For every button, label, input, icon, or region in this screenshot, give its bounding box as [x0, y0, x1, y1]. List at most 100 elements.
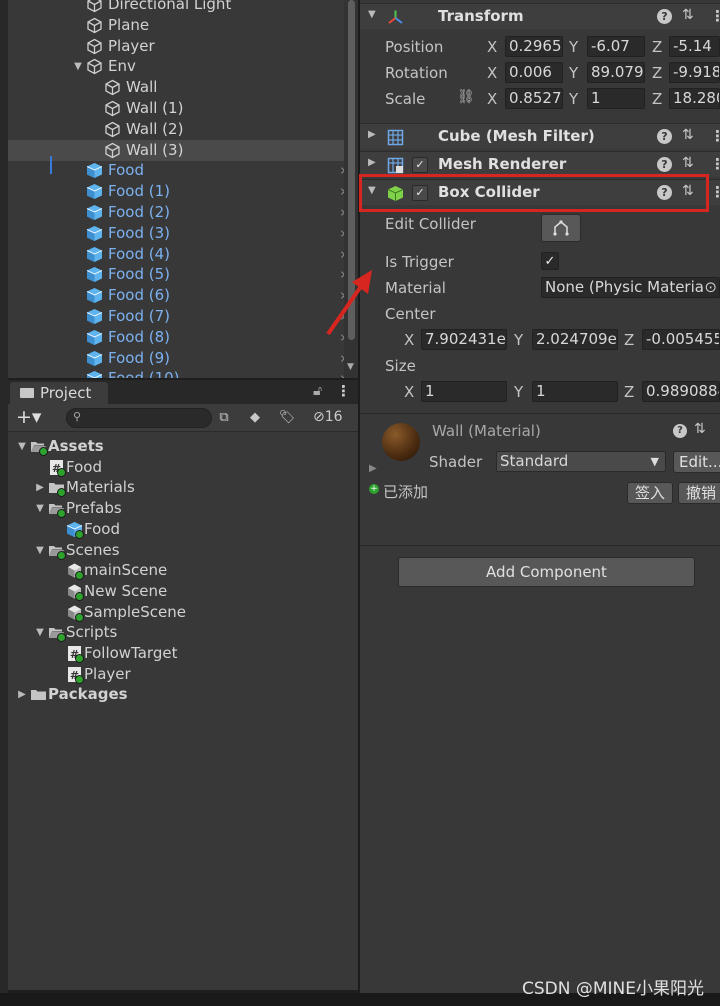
- axis-y-label: Y: [569, 64, 579, 82]
- more-options-icon[interactable]: ⋮: [336, 382, 351, 400]
- hierarchy-item[interactable]: Food ›: [8, 160, 348, 181]
- hierarchy-item[interactable]: Food (8) ›: [8, 327, 348, 348]
- hierarchy-item[interactable]: Food (7) ›: [8, 306, 348, 327]
- component-menu-icon[interactable]: ⋮: [710, 7, 720, 25]
- mesh-filter-header[interactable]: ▶ Cube (Mesh Filter) ? ⇅ ⋮: [360, 123, 720, 149]
- expand-arrow-icon[interactable]: ▼: [16, 436, 28, 457]
- lock-icon[interactable]: 🔓︎: [313, 383, 322, 399]
- expand-arrow-icon[interactable]: ▼: [34, 540, 46, 561]
- object-picker-icon[interactable]: ⊙: [704, 278, 717, 297]
- expand-arrow-icon[interactable]: ▶: [368, 157, 376, 168]
- size-z-field[interactable]: 0.9890884: [642, 381, 720, 402]
- preset-icon[interactable]: ⇅: [682, 155, 694, 171]
- expand-arrow-icon[interactable]: ▶: [34, 477, 46, 498]
- project-tree-item[interactable]: SampleScene: [8, 602, 348, 623]
- hierarchy-item[interactable]: Wall (3): [8, 139, 348, 161]
- project-tree-item[interactable]: Food: [8, 519, 348, 540]
- search-by-type-icon[interactable]: ⧉: [214, 408, 234, 428]
- is-trigger-checkbox[interactable]: ✓: [541, 252, 559, 270]
- expand-arrow-icon[interactable]: ▶: [369, 463, 377, 474]
- shader-dropdown[interactable]: Standard ▼: [496, 451, 666, 472]
- enabled-checkbox[interactable]: ✓: [412, 157, 428, 173]
- expand-arrow-icon[interactable]: ▼: [72, 56, 84, 77]
- material-object-field[interactable]: None (Physic Materia ⊙: [541, 277, 720, 298]
- project-tree-item[interactable]: # FollowTarget: [8, 643, 348, 664]
- center-x-field[interactable]: 7.902431e: [421, 329, 507, 350]
- expand-arrow-icon[interactable]: ▶: [368, 129, 376, 140]
- constrain-proportions-icon[interactable]: ⛓︎: [457, 89, 475, 105]
- scale-y-field[interactable]: 1: [587, 88, 645, 109]
- position-z-field[interactable]: -5.14: [669, 36, 720, 57]
- size-y-field[interactable]: 1: [532, 381, 618, 402]
- hierarchy-item[interactable]: Wall: [8, 77, 348, 98]
- rotation-y-field[interactable]: 89.079: [587, 62, 645, 83]
- component-menu-icon[interactable]: ⋮: [710, 127, 720, 145]
- hierarchy-item[interactable]: Food (9) ›: [8, 348, 348, 369]
- position-x-field[interactable]: 0.2965: [505, 36, 563, 57]
- scale-z-field[interactable]: 18.280: [669, 88, 720, 109]
- project-tree-item[interactable]: New Scene: [8, 581, 348, 602]
- preset-icon[interactable]: ⇅: [694, 421, 706, 437]
- create-dropdown-button[interactable]: +▾: [16, 406, 41, 428]
- rotation-z-field[interactable]: -9.918: [669, 62, 720, 83]
- search-input[interactable]: ⚲: [66, 408, 212, 428]
- preset-icon[interactable]: ⇅: [682, 7, 694, 23]
- hierarchy-item[interactable]: Food (6) ›: [8, 285, 348, 306]
- hidden-packages-toggle[interactable]: ⊘16: [313, 409, 343, 425]
- project-tree-item[interactable]: ▶ Packages: [8, 684, 348, 705]
- expand-arrow-icon[interactable]: ▼: [34, 622, 46, 643]
- component-menu-icon[interactable]: ⋮: [710, 183, 720, 201]
- edit-shader-button[interactable]: Edit...: [673, 451, 720, 473]
- scale-x-field[interactable]: 0.8527: [505, 88, 563, 109]
- position-y-field[interactable]: -6.07: [587, 36, 645, 57]
- tab-project-label: Project: [40, 384, 92, 402]
- edit-collider-button[interactable]: [541, 214, 581, 242]
- component-menu-icon[interactable]: ⋮: [710, 155, 720, 173]
- hierarchy-item[interactable]: Directional Light: [8, 0, 348, 15]
- center-y-field[interactable]: 2.024709e: [532, 329, 618, 350]
- hierarchy-item[interactable]: Food (3) ›: [8, 223, 348, 244]
- tab-project[interactable]: Project: [10, 382, 108, 404]
- add-component-button[interactable]: Add Component: [398, 557, 695, 587]
- project-tree-item[interactable]: mainScene: [8, 560, 348, 581]
- project-tree-item[interactable]: ▼ Scripts: [8, 622, 348, 643]
- size-x-field[interactable]: 1: [421, 381, 507, 402]
- rotation-x-field[interactable]: 0.006: [505, 62, 563, 83]
- project-tree-item[interactable]: # Player: [8, 664, 348, 685]
- hierarchy-item-label: Food (2): [108, 203, 170, 221]
- preset-icon[interactable]: ⇅: [682, 127, 694, 143]
- hierarchy-item[interactable]: Food (4) ›: [8, 244, 348, 265]
- transform-header[interactable]: ▼ Transform ? ⇅ ⋮: [360, 3, 720, 29]
- help-icon[interactable]: ?: [673, 424, 687, 438]
- hierarchy-item[interactable]: Food (2) ›: [8, 202, 348, 223]
- hierarchy-item[interactable]: Food (10)›: [8, 368, 348, 378]
- help-icon[interactable]: ?: [657, 129, 672, 144]
- prefab-icon: [86, 204, 103, 221]
- hierarchy-item[interactable]: Food (5) ›: [8, 264, 348, 285]
- project-tree-item[interactable]: # Food: [8, 457, 348, 478]
- project-tree-item[interactable]: ▶ Materials: [8, 477, 348, 498]
- revert-button[interactable]: 撤销: [678, 482, 720, 504]
- hierarchy-item[interactable]: Wall (1): [8, 98, 348, 119]
- axis-x-label: X: [487, 90, 498, 108]
- hierarchy-item[interactable]: Plane: [8, 15, 348, 36]
- project-tree-item[interactable]: ▼ Prefabs: [8, 498, 348, 519]
- help-icon[interactable]: ?: [657, 157, 672, 172]
- expand-arrow-icon[interactable]: ▶: [16, 684, 28, 705]
- center-z-field[interactable]: -0.005455: [642, 329, 720, 350]
- hierarchy-item[interactable]: Wall (2): [8, 119, 348, 140]
- gameobject-icon: [104, 121, 121, 138]
- hierarchy-item[interactable]: Food (1) ›: [8, 181, 348, 202]
- collapse-arrow-icon[interactable]: ▼: [368, 9, 376, 20]
- scroll-down-icon[interactable]: ▼: [347, 362, 354, 372]
- hierarchy-item[interactable]: ▼ Env: [8, 56, 348, 77]
- filter-by-type-icon[interactable]: ◆: [245, 408, 265, 428]
- help-icon[interactable]: ?: [657, 9, 672, 24]
- project-tree-item[interactable]: ▼ Scenes: [8, 540, 348, 561]
- hierarchy-item[interactable]: Player: [8, 36, 348, 57]
- filter-by-label-icon[interactable]: 🏷︎: [277, 408, 297, 428]
- project-tree-item[interactable]: ▼ Assets: [8, 436, 348, 457]
- checkin-button[interactable]: 签入: [627, 482, 673, 504]
- material-preview-sphere[interactable]: [382, 423, 420, 461]
- expand-arrow-icon[interactable]: ▼: [34, 498, 46, 519]
